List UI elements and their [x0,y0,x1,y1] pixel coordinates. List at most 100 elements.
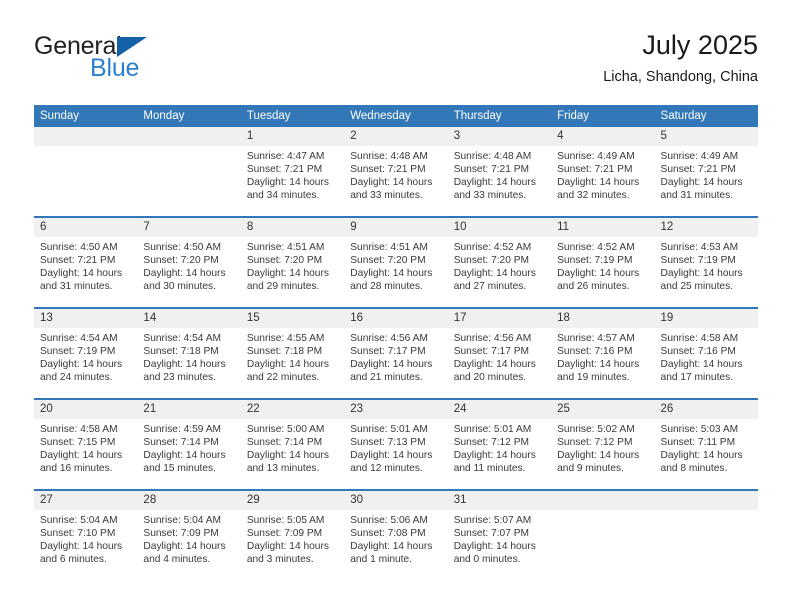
day-number: 3 [447,127,552,146]
sunrise-text: Sunrise: 4:58 AM [660,333,739,344]
sunrise-text: Sunrise: 4:56 AM [350,333,428,344]
sunrise-text: Sunrise: 5:00 AM [246,424,325,435]
day-cell-details: Sunrise: 5:03 AM Sunset: 7:11 PM Daylight:… [655,419,758,475]
calendar-day-cell[interactable]: 10 Sunrise: 4:52 AM Sunset: 7:20 PM Dayligh… [447,216,552,308]
calendar-day-cell[interactable]: 18 Sunrise: 4:57 AM Sunset: 7:16 PM Dayligh… [551,307,655,399]
calendar-body: 1 Sunrise: 4:47 AM Sunset: 7:21 PM Daylight… [34,127,758,580]
day-number: 12 [654,218,758,237]
calendar-day-cell[interactable]: 16 Sunrise: 4:56 AM Sunset: 7:17 PM Dayligh… [344,307,448,399]
weekday-header-thursday: Thursday [447,105,552,127]
calendar-day-cell[interactable]: 5 Sunrise: 4:49 AM Sunset: 7:21 PM Daylight… [654,127,758,217]
day-cell-details: Sunrise: 4:52 AM Sunset: 7:20 PM Daylight:… [448,237,551,293]
calendar-day-cell[interactable] [137,127,241,217]
day-number [34,127,138,146]
daylight-text-line1: Daylight: 14 hours [246,450,329,462]
calendar-day-cell[interactable]: 28 Sunrise: 5:04 AM Sunset: 7:09 PM Dayligh… [137,489,241,580]
calendar-day-cell[interactable]: 11 Sunrise: 4:52 AM Sunset: 7:19 PM Dayligh… [551,216,655,308]
day-number: 4 [551,127,655,146]
calendar-day-cell[interactable]: 27 Sunrise: 5:04 AM Sunset: 7:10 PM Dayligh… [34,489,138,580]
weekday-header-sunday: Sunday [34,105,138,127]
calendar-day-cell[interactable] [654,489,758,580]
calendar-day-cell[interactable]: 24 Sunrise: 5:01 AM Sunset: 7:12 PM Dayligh… [447,398,552,490]
calendar-day-cell[interactable]: 17 Sunrise: 4:56 AM Sunset: 7:17 PM Dayligh… [447,307,552,399]
daylight-text-line1: Daylight: 14 hours [660,359,743,371]
day-cell-inner: 24 Sunrise: 5:01 AM Sunset: 7:12 PM Dayligh… [447,400,552,489]
calendar-day-cell[interactable]: 25 Sunrise: 5:02 AM Sunset: 7:12 PM Dayligh… [551,398,655,490]
calendar-day-cell[interactable]: 20 Sunrise: 4:58 AM Sunset: 7:15 PM Dayligh… [34,398,138,490]
sunset-text: Sunset: 7:21 PM [453,164,530,176]
day-cell-inner [654,491,758,580]
calendar-page: General Blue July 2025 Licha, Shandong, … [0,0,792,612]
daylight-text-line1: Daylight: 14 hours [453,177,536,189]
daylight-text-line1: Daylight: 14 hours [246,541,329,553]
calendar-day-cell[interactable]: 3 Sunrise: 4:48 AM Sunset: 7:21 PM Daylight… [447,127,552,217]
day-cell-inner: 18 Sunrise: 4:57 AM Sunset: 7:16 PM Dayligh… [551,309,655,398]
calendar-day-cell[interactable]: 13 Sunrise: 4:54 AM Sunset: 7:19 PM Dayligh… [34,307,138,399]
day-cell-details: Sunrise: 4:58 AM Sunset: 7:16 PM Daylight:… [655,328,758,384]
calendar-day-cell[interactable]: 1 Sunrise: 4:47 AM Sunset: 7:21 PM Daylight… [240,127,345,217]
calendar-day-cell[interactable]: 4 Sunrise: 4:49 AM Sunset: 7:21 PM Daylight… [551,127,655,217]
daylight-text-line2: and 33 minutes. [350,190,423,202]
day-cell-details: Sunrise: 5:01 AM Sunset: 7:13 PM Daylight:… [344,419,447,475]
daylight-text-line2: and 28 minutes. [350,281,423,293]
day-cell-inner: 13 Sunrise: 4:54 AM Sunset: 7:19 PM Dayligh… [34,309,138,398]
sunset-text: Sunset: 7:17 PM [350,346,426,358]
calendar-day-cell[interactable]: 9 Sunrise: 4:51 AM Sunset: 7:20 PM Daylight… [344,216,448,308]
calendar-day-cell[interactable]: 23 Sunrise: 5:01 AM Sunset: 7:13 PM Dayligh… [344,398,448,490]
general-blue-logo: General Blue [34,34,234,92]
calendar-day-cell[interactable]: 6 Sunrise: 4:50 AM Sunset: 7:21 PM Daylight… [34,216,138,308]
calendar-day-cell[interactable]: 26 Sunrise: 5:03 AM Sunset: 7:11 PM Dayligh… [654,398,758,490]
day-number: 9 [344,218,448,237]
calendar-day-cell[interactable]: 29 Sunrise: 5:05 AM Sunset: 7:09 PM Dayligh… [240,489,345,580]
day-cell-inner: 21 Sunrise: 4:59 AM Sunset: 7:14 PM Dayligh… [137,400,241,489]
sunset-text: Sunset: 7:18 PM [143,346,219,358]
day-number [654,491,758,510]
daylight-text-line2: and 29 minutes. [246,281,320,293]
calendar-day-cell[interactable]: 14 Sunrise: 4:54 AM Sunset: 7:18 PM Dayligh… [137,307,241,399]
day-cell-inner: 22 Sunrise: 5:00 AM Sunset: 7:14 PM Dayligh… [240,400,345,489]
sunrise-text: Sunrise: 4:59 AM [143,424,222,435]
sunset-text: Sunset: 7:21 PM [557,164,633,176]
calendar-day-cell[interactable]: 31 Sunrise: 5:07 AM Sunset: 7:07 PM Dayligh… [447,489,552,580]
sunrise-text: Sunrise: 4:52 AM [557,242,635,253]
calendar-day-cell[interactable] [34,127,138,217]
day-cell-inner: 7 Sunrise: 4:50 AM Sunset: 7:20 PM Daylight… [137,218,241,307]
day-cell-inner: 20 Sunrise: 4:58 AM Sunset: 7:15 PM Dayligh… [34,400,138,489]
calendar-day-cell[interactable]: 22 Sunrise: 5:00 AM Sunset: 7:14 PM Dayligh… [240,398,345,490]
day-number: 28 [137,491,241,510]
day-number: 6 [34,218,138,237]
daylight-text-line2: and 12 minutes. [350,463,423,475]
sunset-text: Sunset: 7:20 PM [453,255,530,267]
calendar-day-cell[interactable]: 12 Sunrise: 4:53 AM Sunset: 7:19 PM Dayligh… [654,216,758,308]
day-cell-inner: 5 Sunrise: 4:49 AM Sunset: 7:21 PM Daylight… [654,127,758,216]
sunrise-text: Sunrise: 4:49 AM [557,151,635,162]
day-cell-inner: 15 Sunrise: 4:55 AM Sunset: 7:18 PM Dayligh… [240,309,345,398]
sunset-text: Sunset: 7:20 PM [246,255,323,267]
sunrise-text: Sunrise: 4:54 AM [40,333,118,344]
daylight-text-line2: and 9 minutes. [557,463,624,475]
day-number: 24 [447,400,552,419]
calendar-day-cell[interactable]: 8 Sunrise: 4:51 AM Sunset: 7:20 PM Daylight… [240,216,345,308]
calendar-day-cell[interactable]: 15 Sunrise: 4:55 AM Sunset: 7:18 PM Dayligh… [240,307,345,399]
calendar-day-cell[interactable]: 30 Sunrise: 5:06 AM Sunset: 7:08 PM Dayligh… [344,489,448,580]
day-number: 10 [447,218,552,237]
sunset-text: Sunset: 7:21 PM [40,255,116,267]
calendar-day-cell[interactable] [551,489,655,580]
day-cell-details: Sunrise: 5:04 AM Sunset: 7:09 PM Daylight:… [137,510,240,566]
calendar-day-cell[interactable]: 7 Sunrise: 4:50 AM Sunset: 7:20 PM Daylight… [137,216,241,308]
sunset-text: Sunset: 7:09 PM [143,528,219,540]
calendar-day-cell[interactable]: 21 Sunrise: 4:59 AM Sunset: 7:14 PM Dayligh… [137,398,241,490]
sunrise-text: Sunrise: 4:50 AM [143,242,222,253]
weekday-header-saturday: Saturday [654,105,758,127]
day-cell-inner: 8 Sunrise: 4:51 AM Sunset: 7:20 PM Daylight… [240,218,345,307]
daylight-text-line1: Daylight: 14 hours [350,359,433,371]
daylight-text-line1: Daylight: 14 hours [453,359,536,371]
weekday-header-tuesday: Tuesday [240,105,345,127]
day-cell-inner: 11 Sunrise: 4:52 AM Sunset: 7:19 PM Dayligh… [551,218,655,307]
daylight-text-line2: and 16 minutes. [40,463,113,475]
calendar-day-cell[interactable]: 2 Sunrise: 4:48 AM Sunset: 7:21 PM Daylight… [344,127,448,217]
day-number: 14 [137,309,241,328]
sunset-text: Sunset: 7:12 PM [453,437,530,449]
daylight-text-line2: and 34 minutes. [246,190,320,202]
calendar-day-cell[interactable]: 19 Sunrise: 4:58 AM Sunset: 7:16 PM Dayligh… [654,307,758,399]
